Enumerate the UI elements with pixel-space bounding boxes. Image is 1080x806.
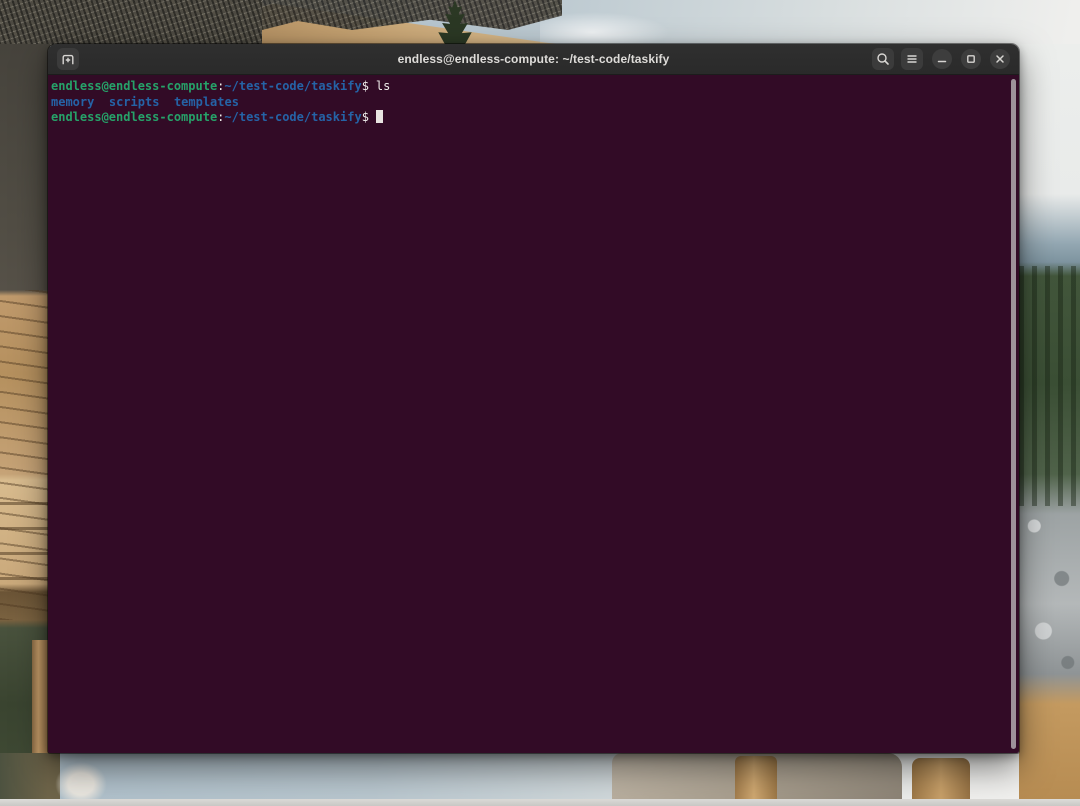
screen-bottom-strip [0,799,1080,806]
prompt-symbol: $ [362,110,369,124]
close-button[interactable] [990,49,1010,69]
prompt-user-host: endless@endless-compute [51,110,217,124]
wallpaper-cloud [540,12,670,46]
search-button[interactable] [872,48,894,70]
minimize-button[interactable] [932,49,952,69]
terminal-line-ls-output: memory scripts templates [51,95,1016,111]
command-text: ls [376,79,390,93]
directory-name: memory [51,95,94,109]
wallpaper-mountain-landscape [1019,44,1080,806]
directory-name: templates [174,95,239,109]
menu-button[interactable] [901,48,923,70]
prompt-path: ~/test-code/taskify [224,79,361,93]
maximize-button[interactable] [961,49,981,69]
search-icon [875,51,891,67]
directory-name: scripts [109,95,160,109]
terminal-headerbar[interactable]: endless@endless-compute: ~/test-code/tas… [48,44,1019,75]
terminal-window: endless@endless-compute: ~/test-code/tas… [48,44,1019,753]
prompt-user-host: endless@endless-compute [51,79,217,93]
terminal-cursor [376,110,383,123]
terminal-line-prompt-1: endless@endless-compute:~/test-code/task… [51,79,1016,95]
new-tab-button[interactable] [57,48,79,70]
new-tab-icon [60,51,76,67]
hamburger-menu-icon [904,51,920,67]
prompt-symbol: $ [362,79,369,93]
close-icon [993,52,1007,66]
terminal-line-prompt-2: endless@endless-compute:~/test-code/task… [51,110,1016,126]
prompt-path: ~/test-code/taskify [224,110,361,124]
maximize-icon [964,52,978,66]
minimize-icon [935,52,949,66]
terminal-scrollbar[interactable] [1011,79,1016,749]
terminal-content[interactable]: endless@endless-compute:~/test-code/task… [48,75,1019,753]
wallpaper-white-object [55,762,107,802]
wallpaper-twig-roof [0,0,262,46]
